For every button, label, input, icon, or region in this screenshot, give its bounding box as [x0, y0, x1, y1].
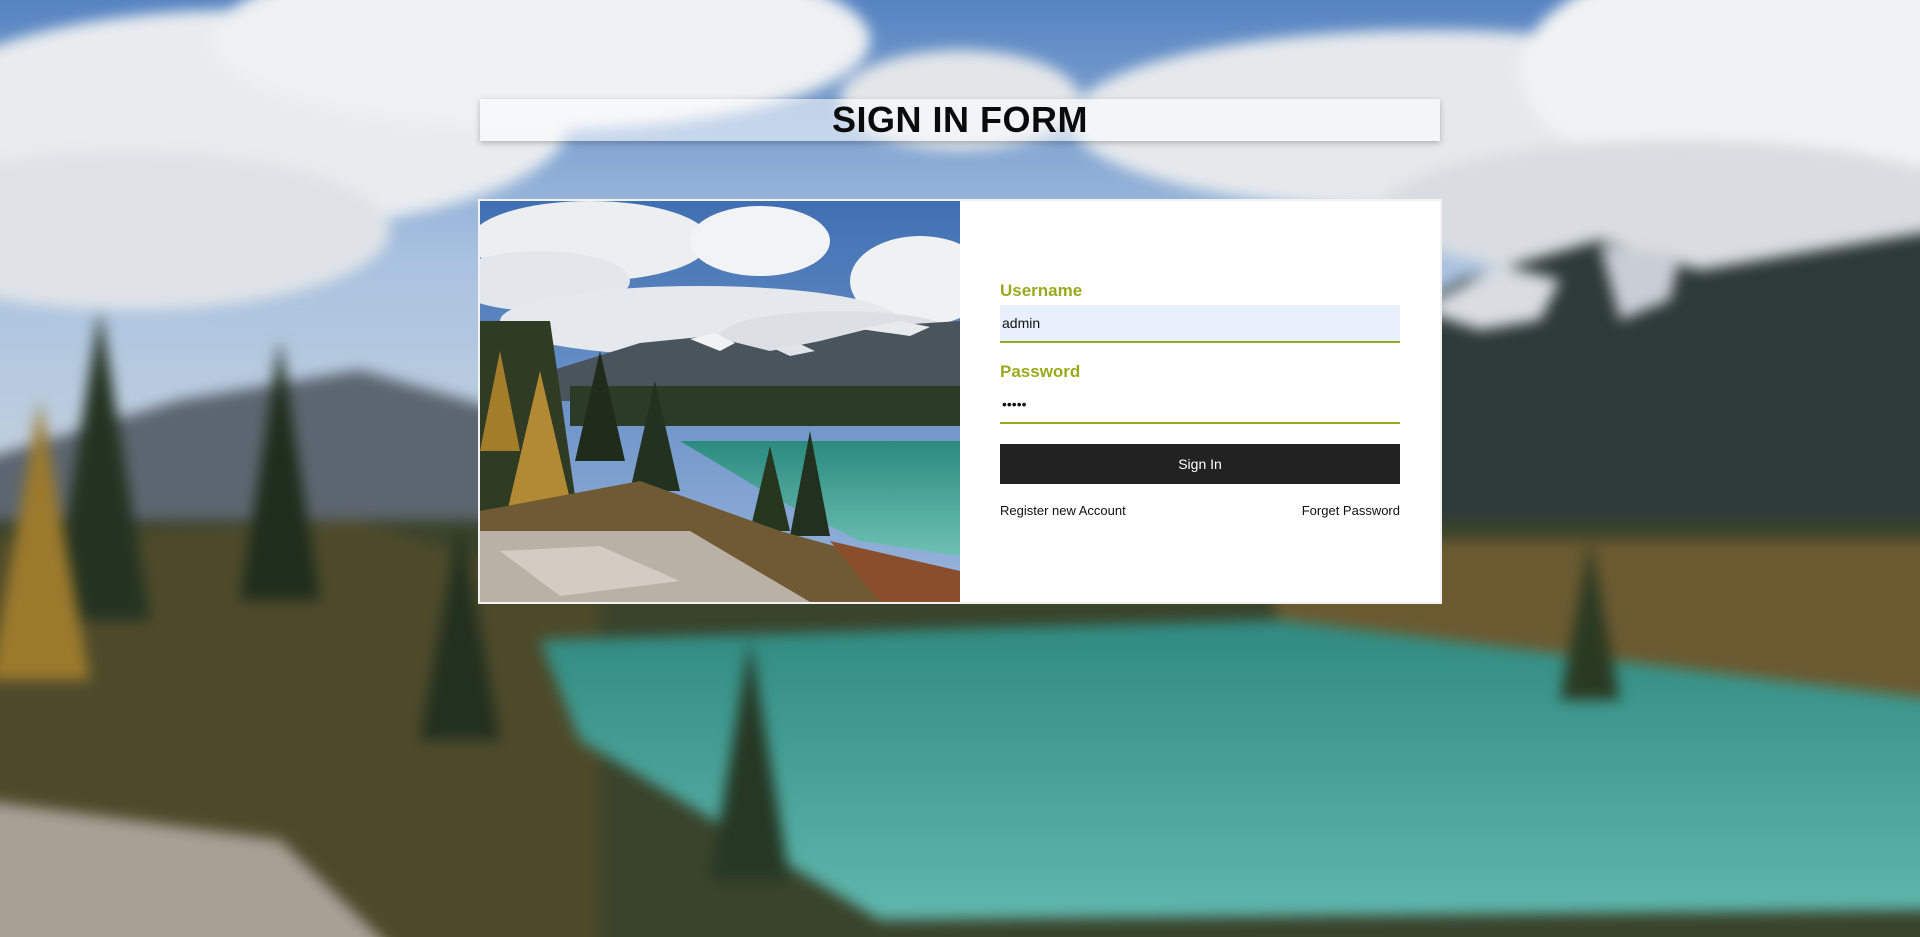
password-field-group: Password	[1000, 362, 1400, 424]
landscape-photo	[480, 201, 960, 602]
register-link[interactable]: Register new Account	[1000, 503, 1126, 518]
signin-button[interactable]: Sign In	[1000, 444, 1400, 484]
forgot-password-link[interactable]: Forget Password	[1302, 503, 1400, 518]
password-input[interactable]	[1000, 386, 1400, 424]
signin-card: Username Password Sign In Register new A…	[478, 199, 1442, 604]
signin-form: Username Password Sign In Register new A…	[960, 201, 1440, 602]
page-title: SIGN IN FORM	[832, 99, 1088, 140]
password-label: Password	[1000, 362, 1081, 381]
form-links: Register new Account Forget Password	[1000, 503, 1400, 518]
landscape-photo-art	[480, 201, 960, 602]
title-bar: SIGN IN FORM	[480, 99, 1440, 141]
username-label: Username	[1000, 281, 1083, 300]
username-field-group: Username	[1000, 281, 1400, 343]
username-input[interactable]	[1000, 305, 1400, 343]
